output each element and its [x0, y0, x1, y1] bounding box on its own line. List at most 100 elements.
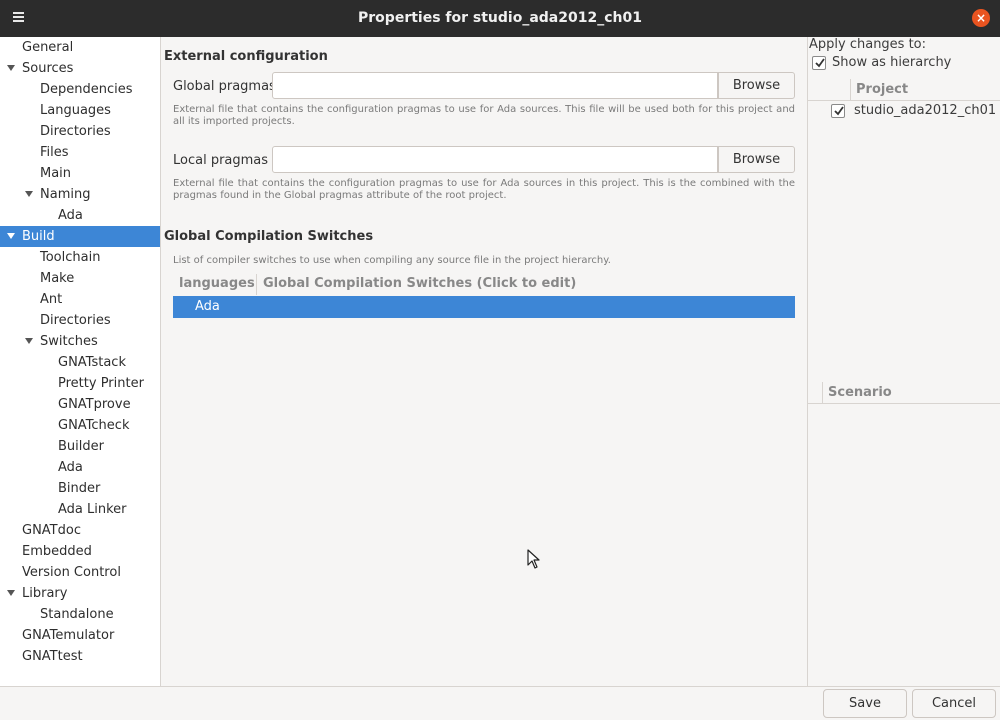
show-hierarchy-checkbox[interactable] — [812, 56, 826, 70]
tree-item-builder[interactable]: Builder — [0, 436, 160, 457]
tree-item-label: Ada — [58, 460, 83, 475]
tree-item-label: Make — [40, 271, 75, 286]
tree-item-gnatstack[interactable]: GNATstack — [0, 352, 160, 373]
tree-item-files[interactable]: Files — [0, 142, 160, 163]
tree-item-label: Languages — [40, 103, 111, 118]
apply-changes-label: Apply changes to: — [809, 37, 927, 52]
expander-arrow-icon[interactable] — [7, 590, 15, 596]
tree-item-label: Ada — [58, 208, 83, 223]
tree-item-label: GNATcheck — [58, 418, 130, 433]
switches-column-header[interactable]: Global Compilation Switches (Click to ed… — [263, 276, 576, 291]
tree-item-label: Builder — [58, 439, 104, 454]
tree-item-label: Embedded — [22, 544, 92, 559]
tree-item-label: Dependencies — [40, 82, 133, 97]
local-pragmas-browse-button[interactable]: Browse — [718, 146, 795, 173]
tree-item-label: Files — [40, 145, 69, 160]
dialog-button-bar: Save Cancel — [0, 686, 1000, 720]
tree-item-label: Ada Linker — [58, 502, 127, 517]
tree-item-ant[interactable]: Ant — [0, 289, 160, 310]
tree-item-label: Sources — [22, 61, 74, 76]
tree-item-library[interactable]: Library — [0, 583, 160, 604]
checkmark-icon — [834, 106, 844, 116]
tree-item-sources[interactable]: Sources — [0, 58, 160, 79]
tree-item-label: GNATtest — [22, 649, 83, 664]
tree-item-label: Toolchain — [40, 250, 101, 265]
expander-arrow-icon[interactable] — [25, 191, 33, 197]
tree-item-gnatcheck[interactable]: GNATcheck — [0, 415, 160, 436]
tree-item-pretty-printer[interactable]: Pretty Printer — [0, 373, 160, 394]
tree-item-gnatprove[interactable]: GNATprove — [0, 394, 160, 415]
apply-changes-panel: Apply changes to: Show as hierarchy Proj… — [807, 37, 1000, 686]
tree-item-label: Switches — [40, 334, 98, 349]
tree-item-ada[interactable]: Ada — [0, 457, 160, 478]
tree-item-binder[interactable]: Binder — [0, 478, 160, 499]
local-pragmas-input[interactable] — [272, 146, 718, 173]
switches-table-header: languages Global Compilation Switches (C… — [173, 274, 795, 295]
tree-item-make[interactable]: Make — [0, 268, 160, 289]
tree-item-label: Pretty Printer — [58, 376, 144, 391]
expander-arrow-icon[interactable] — [25, 338, 33, 344]
tree-item-label: Main — [40, 166, 72, 181]
tree-item-label: Ant — [40, 292, 63, 307]
close-icon[interactable]: × — [972, 9, 990, 27]
tree-item-naming[interactable]: Naming — [0, 184, 160, 205]
show-hierarchy-label: Show as hierarchy — [832, 55, 952, 70]
window-title: Properties for studio_ada2012_ch01 — [358, 10, 642, 26]
project-column-label[interactable]: Project — [856, 82, 908, 97]
tree-item-label: Version Control — [22, 565, 121, 580]
tree-item-label: GNATstack — [58, 355, 126, 370]
tree-item-label: GNATdoc — [22, 523, 81, 538]
tree-item-version-control[interactable]: Version Control — [0, 562, 160, 583]
project-name[interactable]: studio_ada2012_ch01 — [854, 103, 996, 118]
local-pragmas-label: Local pragmas — [173, 153, 269, 168]
tree-item-label: Standalone — [40, 607, 114, 622]
tree-item-general[interactable]: General — [0, 37, 160, 58]
tree-item-embedded[interactable]: Embedded — [0, 541, 160, 562]
properties-tree: General Sources Dependencies Languages Direc… — [0, 37, 161, 686]
language-cell[interactable]: Ada — [195, 296, 220, 318]
scenario-column-header: Scenario — [808, 382, 1000, 404]
scenario-column-label[interactable]: Scenario — [828, 385, 892, 400]
tree-item-directories[interactable]: Directories — [0, 121, 160, 142]
tree-item-gnatemulator[interactable]: GNATemulator — [0, 625, 160, 646]
tree-item-gnattest[interactable]: GNATtest — [0, 646, 160, 667]
tree-item-main[interactable]: Main — [0, 163, 160, 184]
global-pragmas-label: Global pragmas — [173, 79, 276, 94]
tree-item-label: Binder — [58, 481, 101, 496]
tree-item-label: General — [22, 40, 74, 55]
save-button[interactable]: Save — [823, 689, 907, 718]
tree-item-build[interactable]: Build — [0, 226, 160, 247]
tree-item-switches[interactable]: Switches — [0, 331, 160, 352]
main-panel: External configuration Global pragmas Br… — [161, 37, 807, 686]
global-compilation-switches-heading: Global Compilation Switches — [164, 229, 374, 244]
tree-item-languages[interactable]: Languages — [0, 100, 160, 121]
global-pragmas-input[interactable] — [272, 72, 718, 99]
tree-item-label: Directories — [40, 313, 111, 328]
tree-item-standalone[interactable]: Standalone — [0, 604, 160, 625]
title-bar: Properties for studio_ada2012_ch01 × — [0, 0, 1000, 37]
mouse-pointer-icon — [527, 549, 540, 569]
global-pragmas-browse-button[interactable]: Browse — [718, 72, 795, 99]
expander-arrow-icon[interactable] — [7, 65, 15, 71]
project-column-header: Project — [808, 79, 1000, 101]
tree-item-label: Library — [22, 586, 68, 601]
tree-item-label: Naming — [40, 187, 91, 202]
tree-item-ada[interactable]: Ada — [0, 205, 160, 226]
cancel-button[interactable]: Cancel — [912, 689, 996, 718]
table-row[interactable]: Ada — [173, 296, 795, 318]
tree-item-label: Directories — [40, 124, 111, 139]
tree-item-dependencies[interactable]: Dependencies — [0, 79, 160, 100]
checkmark-icon — [815, 58, 825, 68]
languages-column-header[interactable]: languages — [179, 276, 255, 291]
tree-item-gnatdoc[interactable]: GNATdoc — [0, 520, 160, 541]
expander-arrow-icon[interactable] — [7, 233, 15, 239]
tree-item-label: Build — [22, 229, 55, 244]
global-pragmas-description: External file that contains the configur… — [173, 104, 795, 127]
external-configuration-heading: External configuration — [164, 49, 328, 64]
tree-item-label: GNATemulator — [22, 628, 115, 643]
tree-item-label: GNATprove — [58, 397, 131, 412]
tree-item-ada-linker[interactable]: Ada Linker — [0, 499, 160, 520]
tree-item-directories[interactable]: Directories — [0, 310, 160, 331]
tree-item-toolchain[interactable]: Toolchain — [0, 247, 160, 268]
project-checkbox[interactable] — [831, 104, 845, 118]
